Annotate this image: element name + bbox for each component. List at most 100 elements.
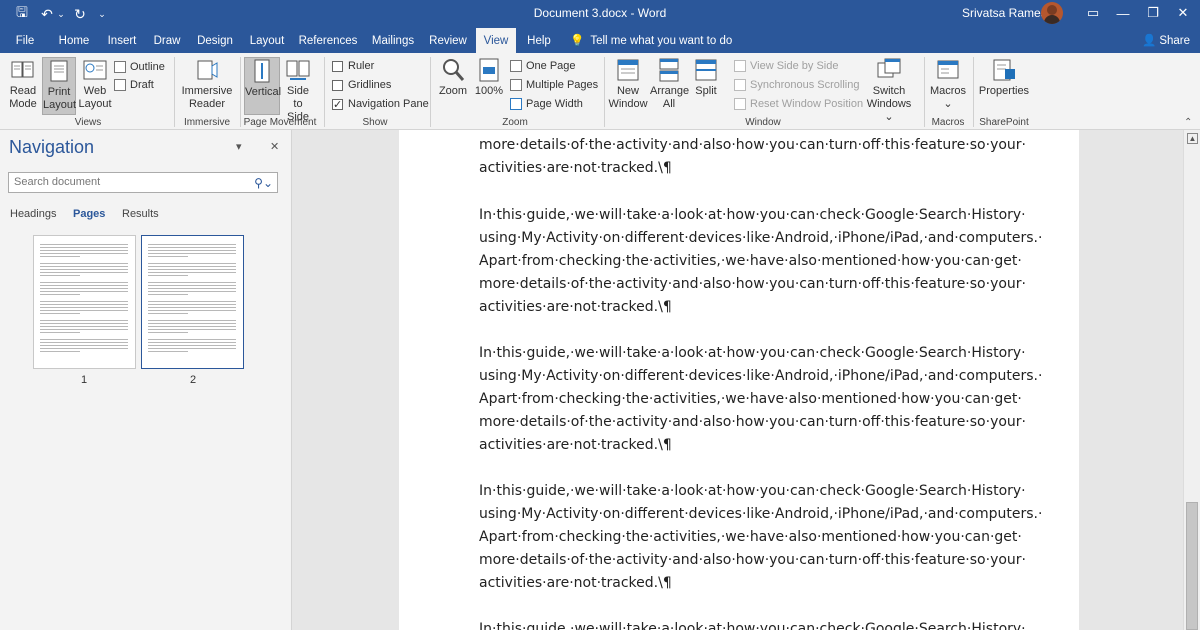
macros-group-label: Macros	[931, 117, 965, 128]
user-name[interactable]: Srivatsa Ramesh	[962, 6, 1053, 20]
avatar[interactable]	[1041, 2, 1063, 24]
vertical-scrollbar[interactable]: ▲	[1183, 130, 1200, 630]
nav-tab-results[interactable]: Results	[122, 208, 159, 220]
thumbnail-text-line	[40, 288, 128, 289]
paragraph[interactable]: In·this·guide,·we·will·take·a·look·at·ho…	[479, 480, 1042, 595]
tab-file[interactable]: File	[8, 28, 42, 53]
paragraph-fragment-top[interactable]: more·details·of·the·activity·and·also·ho…	[479, 134, 1039, 180]
thumbnail-text-line	[148, 329, 236, 330]
views-group-label: Views	[74, 117, 102, 128]
web-layout-button[interactable]: Web Layout	[78, 57, 112, 111]
paragraph[interactable]: In·this·guide,·we·will·take·a·look·at·ho…	[479, 342, 1042, 457]
print-layout-button[interactable]: Print Layout	[42, 57, 76, 115]
read-mode-button[interactable]: Read Mode	[6, 57, 40, 111]
ribbon-display-options-icon[interactable]: ▭	[1078, 3, 1108, 23]
draft-icon	[114, 79, 126, 91]
draft-button[interactable]: Draft	[114, 77, 154, 93]
scrollbar-thumb[interactable]	[1186, 502, 1198, 630]
paragraph-fragment-bottom[interactable]: In·this·guide,·we·will·take·a·look·at·ho…	[479, 618, 1039, 630]
title-bar: 🖫 ↶ ⌄ ↻ ⌄ Document 3.docx - Word Srivats…	[0, 0, 1200, 28]
thumbnail-text-line	[148, 247, 236, 248]
thumbnail-text-line	[40, 339, 128, 340]
thumbnail-text-line	[40, 291, 128, 292]
page-thumbnail-1[interactable]	[33, 235, 136, 369]
thumbnail-text-line	[40, 307, 128, 308]
print-layout-icon	[50, 60, 68, 82]
zoom-button[interactable]: Zoom	[436, 57, 470, 98]
thumbnail-text-line	[148, 282, 236, 283]
thumbnail-text-line	[148, 269, 236, 270]
synchronous-scrolling-button[interactable]: Synchronous Scrolling	[734, 77, 859, 93]
ribbon-separator	[240, 57, 241, 127]
magnifier-icon	[443, 59, 465, 81]
search-icon[interactable]: ⚲⌄	[254, 174, 273, 193]
switch-windows-button[interactable]: Switch Windows ⌄	[862, 57, 916, 124]
view-side-by-side-icon	[734, 60, 746, 72]
restore-icon[interactable]: ❐	[1138, 3, 1168, 23]
read-mode-icon	[11, 61, 34, 78]
immersive-reader-button[interactable]: Immersive Reader	[180, 57, 234, 111]
tab-home[interactable]: Home	[52, 28, 96, 53]
view-side-by-side-button[interactable]: View Side by Side	[734, 58, 838, 74]
ribbon: Read Mode Print Layout Web Layout Outline D…	[0, 53, 1200, 130]
search-document-input[interactable]: Search document ⚲⌄	[8, 172, 278, 193]
page-thumbnail-2[interactable]	[141, 235, 244, 369]
thumbnail-text-line	[40, 256, 80, 257]
tab-insert[interactable]: Insert	[102, 28, 142, 53]
vertical-button[interactable]: Vertical	[244, 57, 281, 115]
new-window-button[interactable]: New Window	[608, 57, 648, 111]
page-width-button[interactable]: Page Width	[510, 96, 583, 112]
tell-me-text: Tell me what you want to do	[590, 35, 733, 47]
close-pane-icon[interactable]: ✕	[270, 140, 279, 153]
macros-dropdown-icon: ⌄	[943, 98, 953, 110]
thumbnail-text-line	[40, 282, 128, 283]
document-area[interactable]: more·details·of·the·activity·and·also·ho…	[293, 130, 1183, 630]
pane-options-icon[interactable]: ▾	[236, 140, 242, 153]
tab-help[interactable]: Help	[522, 28, 556, 53]
tab-layout[interactable]: Layout	[244, 28, 290, 53]
gridlines-checkbox[interactable]: Gridlines	[332, 77, 391, 93]
side-to-side-icon	[286, 60, 310, 80]
thumbnail-text-line	[40, 320, 128, 321]
scroll-up-icon[interactable]: ▲	[1187, 133, 1198, 144]
reset-window-position-button[interactable]: Reset Window Position	[734, 96, 863, 112]
outline-button[interactable]: Outline	[114, 59, 165, 75]
tab-design[interactable]: Design	[192, 28, 238, 53]
tab-references[interactable]: References	[296, 28, 360, 53]
zoom-100-button[interactable]: 100%	[474, 57, 504, 98]
multiple-pages-button[interactable]: Multiple Pages	[510, 77, 598, 93]
ribbon-separator	[924, 57, 925, 127]
thumbnail-text-line	[148, 285, 236, 286]
share-button[interactable]: 👤 Share	[1142, 28, 1190, 53]
tab-mailings[interactable]: Mailings	[366, 28, 420, 53]
properties-button[interactable]: Properties	[978, 57, 1030, 98]
navigation-pane-checkbox[interactable]: Navigation Pane	[332, 96, 429, 113]
document-page[interactable]: more·details·of·the·activity·and·also·ho…	[399, 130, 1079, 630]
one-page-button[interactable]: One Page	[510, 58, 576, 74]
thumbnail-text-line	[148, 342, 236, 343]
close-icon[interactable]: ✕	[1168, 3, 1198, 23]
side-to-side-button[interactable]: Side to Side	[282, 57, 314, 124]
multiple-pages-icon	[510, 79, 522, 91]
thumbnail-text-line	[40, 310, 128, 311]
minimize-icon[interactable]: —	[1108, 3, 1138, 23]
tab-view[interactable]: View	[476, 28, 516, 53]
one-page-icon	[510, 60, 522, 72]
nav-tab-headings[interactable]: Headings	[10, 208, 56, 220]
tab-review[interactable]: Review	[426, 28, 470, 53]
tab-draw[interactable]: Draw	[148, 28, 186, 53]
thumbnail-text-line	[40, 266, 128, 267]
outline-icon	[114, 61, 126, 73]
paragraph[interactable]: In·this·guide,·we·will·take·a·look·at·ho…	[479, 204, 1042, 319]
split-button[interactable]: Split	[690, 57, 722, 98]
thumbnail-text-line	[40, 345, 128, 346]
macros-button[interactable]: Macros ⌄	[928, 57, 968, 111]
tell-me-box[interactable]: 💡 Tell me what you want to do	[570, 28, 732, 53]
ribbon-separator	[430, 57, 431, 127]
thumbnail-text-line	[40, 294, 80, 295]
ruler-checkbox[interactable]: Ruler	[332, 58, 374, 74]
arrange-all-button[interactable]: Arrange All	[650, 57, 689, 111]
collapse-ribbon-icon[interactable]: ⌃	[1184, 117, 1192, 128]
immersive-group-label: Immersive	[183, 117, 231, 128]
nav-tab-pages[interactable]: Pages	[73, 208, 105, 220]
